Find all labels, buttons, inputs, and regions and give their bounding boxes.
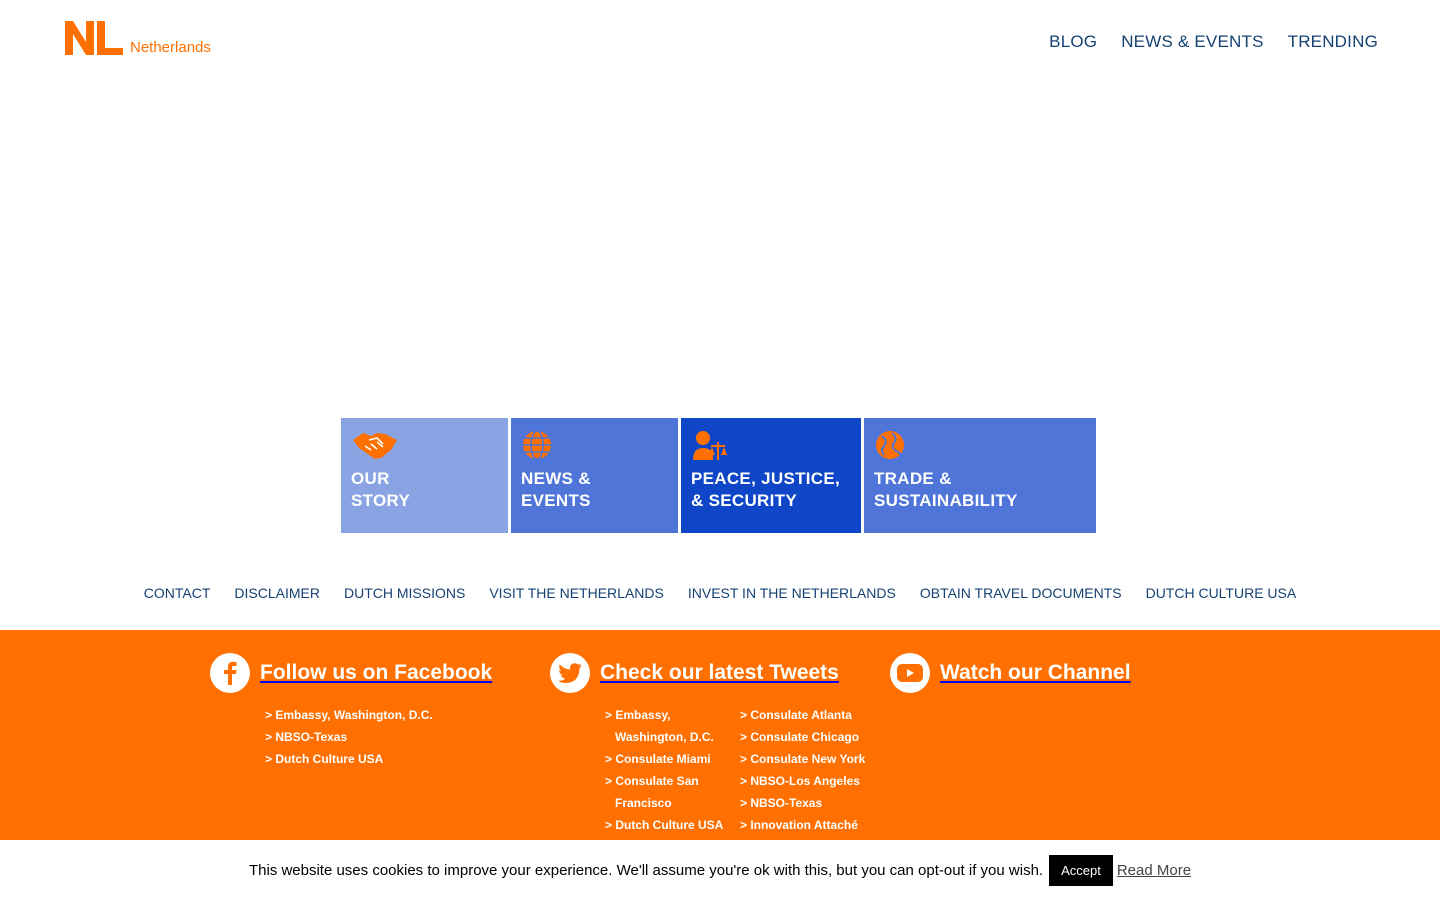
tile-peace-justice-security[interactable]: PEACE, JUSTICE, & SECURITY [681,418,861,533]
globe-icon [523,430,551,460]
twitter-links-col1: > Embassy, Washington, D.C. > Consulate … [605,704,730,836]
twitter-link-new-york[interactable]: > Consulate New York [740,748,880,770]
youtube-icon [890,653,930,693]
footer-link-dutch-missions[interactable]: DUTCH MISSIONS [344,585,465,601]
facebook-heading[interactable]: Follow us on Facebook [210,653,492,693]
footer-link-visit[interactable]: VISIT THE NETHERLANDS [489,585,664,601]
twitter-link-nbso-la[interactable]: > NBSO-Los Angeles [740,770,880,792]
tile-label: NEWS & EVENTS [521,469,591,510]
nav-blog[interactable]: BLOG [1049,32,1097,52]
nav-news-events[interactable]: NEWS & EVENTS [1121,32,1263,52]
facebook-link-nbso-texas[interactable]: > NBSO-Texas [265,726,465,748]
top-nav: BLOG NEWS & EVENTS TRENDING [1049,32,1378,52]
twitter-link-innovation-attache[interactable]: > Innovation Attaché [740,814,880,836]
youtube-heading[interactable]: Watch our Channel [890,653,1131,693]
twitter-heading[interactable]: Check our latest Tweets [550,653,839,693]
trade-globe-icon [876,431,904,459]
tile-label: OUR STORY [351,469,411,510]
cookie-message: This website uses cookies to improve you… [248,861,1044,879]
footer-link-dutch-culture[interactable]: DUTCH CULTURE USA [1146,585,1297,601]
twitter-title: Check our latest Tweets [600,661,839,684]
footer-nav: CONTACT DISCLAIMER DUTCH MISSIONS VISIT … [0,585,1440,601]
tile-news-events[interactable]: NEWS & EVENTS [511,418,678,533]
footer-link-travel-documents[interactable]: OBTAIN TRAVEL DOCUMENTS [920,585,1122,601]
twitter-link-dutch-culture[interactable]: > Dutch Culture USA [605,814,730,836]
nav-trending[interactable]: TRENDING [1288,32,1378,52]
twitter-link-miami[interactable]: > Consulate Miami [605,748,730,770]
twitter-link-chicago[interactable]: > Consulate Chicago [740,726,880,748]
tile-trade-sustainability[interactable]: TRADE & SUSTAINABILITY [864,418,1096,533]
logo-text: Netherlands [130,39,211,56]
tile-our-story[interactable]: OUR STORY [341,418,508,533]
social-band: Follow us on Facebook > Embassy, Washing… [0,630,1440,840]
handshake-icon [353,433,397,459]
tile-label: PEACE, JUSTICE, & SECURITY [691,469,841,510]
site-logo[interactable]: Netherlands [64,20,211,56]
justice-icon [693,431,727,460]
site-header: Netherlands BLOG NEWS & EVENTS TRENDING [0,0,1440,90]
cookie-accept-button[interactable]: Accept [1049,854,1113,886]
nl-logo-mark [65,21,123,55]
cookie-bar: This website uses cookies to improve you… [0,840,1440,900]
footer-link-invest[interactable]: INVEST IN THE NETHERLANDS [688,585,896,601]
facebook-links: > Embassy, Washington, D.C. > NBSO-Texas… [265,704,465,770]
facebook-link-dutch-culture[interactable]: > Dutch Culture USA [265,748,465,770]
twitter-link-nbso-texas[interactable]: > NBSO-Texas [740,792,880,814]
twitter-link-san-francisco[interactable]: > Consulate San Francisco [605,770,730,814]
tile-label: TRADE & SUSTAINABILITY [874,469,1018,510]
twitter-links-col2: > Consulate Atlanta > Consulate Chicago … [740,704,880,836]
facebook-title: Follow us on Facebook [260,661,493,684]
facebook-icon [210,653,250,693]
twitter-link-atlanta[interactable]: > Consulate Atlanta [740,704,880,726]
twitter-link-embassy[interactable]: > Embassy, Washington, D.C. [605,704,730,748]
cookie-read-more-link[interactable]: Read More [1117,862,1191,879]
footer-link-contact[interactable]: CONTACT [144,585,211,601]
twitter-icon [550,653,590,693]
youtube-title: Watch our Channel [940,661,1131,684]
facebook-link-embassy[interactable]: > Embassy, Washington, D.C. [265,704,465,726]
footer-link-disclaimer[interactable]: DISCLAIMER [234,585,320,601]
